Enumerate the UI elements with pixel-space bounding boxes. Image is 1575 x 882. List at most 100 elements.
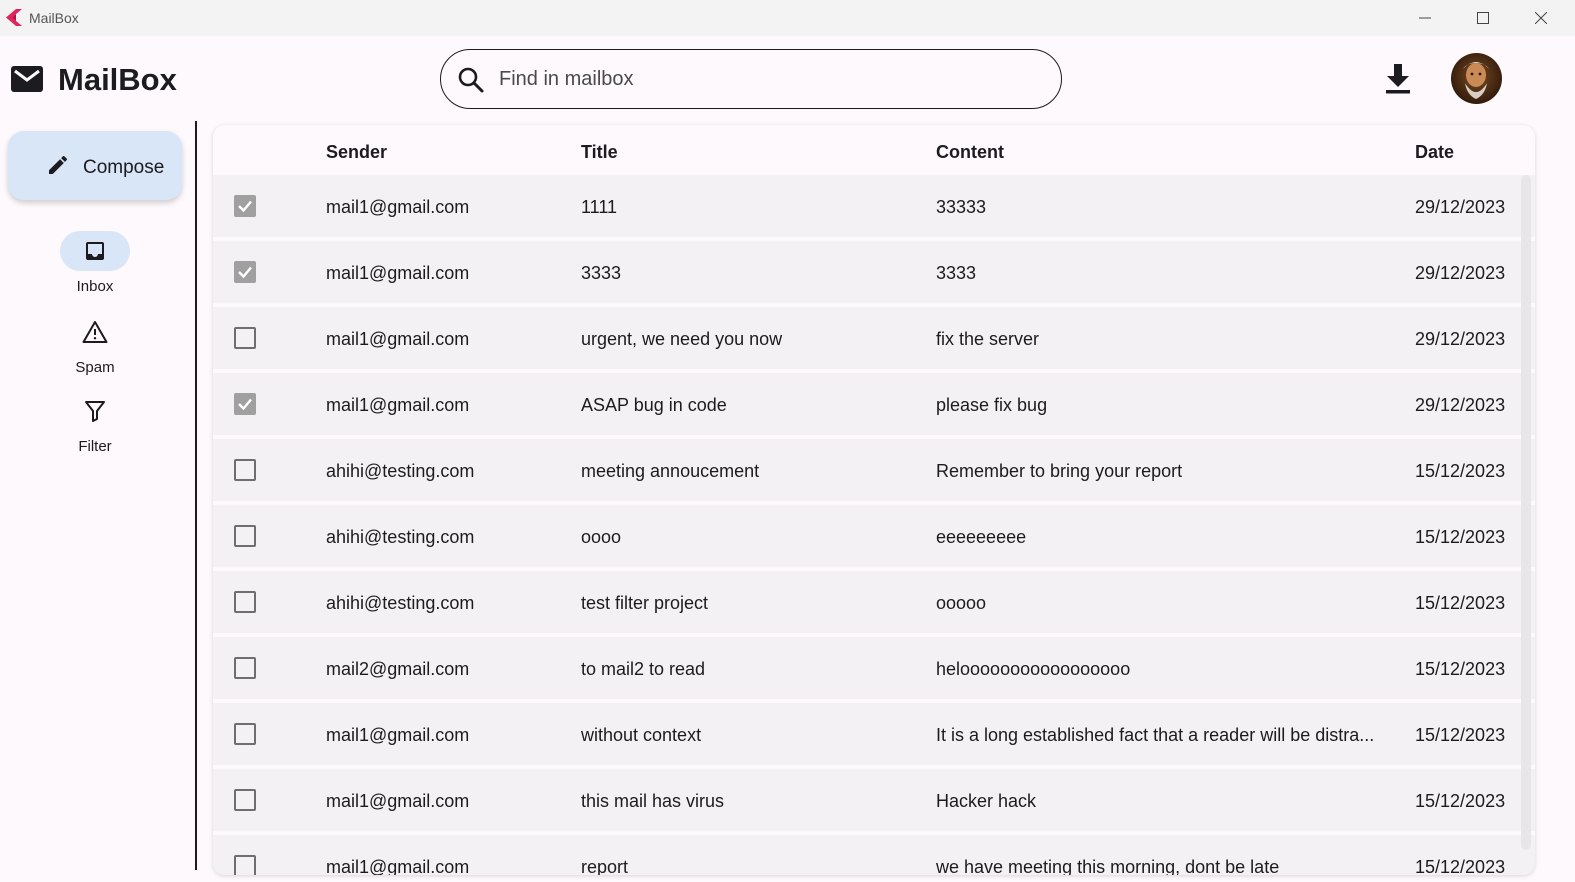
cell-content: we have meeting this morning, dont be la… [936, 857, 1280, 875]
sidebar-item-spam[interactable]: Spam [50, 312, 140, 376]
cell-date: 29/12/2023 [1415, 395, 1506, 415]
cell-title: 3333 [581, 263, 622, 283]
cell-content: Remember to bring your report [936, 461, 1183, 481]
sidebar-divider [195, 121, 197, 870]
row-checkbox[interactable] [234, 393, 256, 415]
avatar[interactable] [1451, 53, 1502, 104]
cell-content: Hacker hack [936, 791, 1037, 811]
inbox-icon [86, 242, 104, 260]
sidebar-item-label: Inbox [76, 278, 114, 295]
cell-sender: mail1@gmail.com [326, 263, 470, 283]
cell-date: 15/12/2023 [1415, 791, 1506, 811]
mail-icon [11, 66, 43, 92]
cell-sender: mail2@gmail.com [326, 659, 470, 679]
sidebar-item-pill [60, 312, 130, 352]
window-title: MailBox [29, 10, 79, 26]
cell-title: 1111 [581, 197, 618, 217]
row-checkbox[interactable] [234, 261, 256, 283]
sidebar-item-label: Filter [78, 438, 112, 455]
row-checkbox[interactable] [234, 525, 256, 547]
sidebar-item-inbox[interactable]: Inbox [50, 231, 140, 295]
cell-title: oooo [581, 527, 622, 547]
row-checkbox[interactable] [234, 723, 256, 745]
download-icon[interactable] [1383, 62, 1413, 94]
sidebar-item-filter[interactable]: Filter [50, 391, 140, 455]
cell-date: 15/12/2023 [1415, 461, 1506, 481]
search-bar[interactable] [440, 49, 1062, 109]
cell-date: 29/12/2023 [1415, 197, 1506, 217]
row-checkbox[interactable] [234, 855, 256, 875]
avatar-portrait-icon [1451, 53, 1502, 104]
row-checkbox[interactable] [234, 195, 256, 217]
column-header-content[interactable]: Content [936, 142, 1004, 163]
cell-date: 15/12/2023 [1415, 593, 1506, 613]
cell-date: 15/12/2023 [1415, 659, 1506, 679]
row-checkbox[interactable] [234, 459, 256, 481]
close-icon [1535, 12, 1547, 24]
app-brand-title: MailBox [58, 62, 177, 97]
cell-title: urgent, we need you now [581, 329, 783, 349]
cell-title: to mail2 to read [581, 659, 706, 679]
minimize-icon [1419, 17, 1431, 19]
search-input[interactable] [499, 64, 1039, 94]
column-header-sender[interactable]: Sender [326, 142, 387, 163]
table-row[interactable]: mail1@gmail.com without context It is a lo… [213, 703, 1535, 769]
table-row[interactable]: mail1@gmail.com this mail has virus Hacker… [213, 769, 1535, 835]
row-checkbox[interactable] [234, 789, 256, 811]
table-row[interactable]: mail2@gmail.com to mail2 to read heloooooo… [213, 637, 1535, 703]
cell-sender: mail1@gmail.com [326, 725, 470, 745]
cell-date: 29/12/2023 [1415, 263, 1506, 283]
window-titlebar: MailBox [0, 0, 1575, 36]
cell-content: 3333 [936, 263, 977, 283]
filter-icon [85, 401, 105, 422]
cell-date: 15/12/2023 [1415, 527, 1506, 547]
cell-content: It is a long established fact that a rea… [936, 725, 1375, 745]
row-checkbox[interactable] [234, 591, 256, 613]
table-row[interactable]: ahihi@testing.com oooo eeeeeeeee 15/12/2023 [213, 505, 1535, 571]
compose-button[interactable]: Compose [8, 131, 182, 200]
cell-content: ooooo [936, 593, 987, 613]
pencil-icon [49, 155, 68, 174]
cell-content: eeeeeeeee [936, 527, 1027, 547]
table-row[interactable]: mail1@gmail.com 3333 3333 29/12/2023 [213, 241, 1535, 307]
cell-content: fix the server [936, 329, 1040, 349]
cell-title: report [581, 857, 629, 875]
cell-content: 33333 [936, 197, 987, 217]
table-row[interactable]: mail1@gmail.com ASAP bug in code please fi… [213, 373, 1535, 439]
cell-title: meeting annoucement [581, 461, 760, 481]
app-logo-icon [6, 9, 22, 26]
cell-title: test filter project [581, 593, 709, 613]
column-header-title[interactable]: Title [581, 142, 618, 163]
sidebar-item-pill [60, 231, 130, 271]
column-header-date[interactable]: Date [1415, 142, 1454, 163]
cell-title: ASAP bug in code [581, 395, 727, 415]
table-row[interactable]: ahihi@testing.com meeting annoucement Reme… [213, 439, 1535, 505]
table-row[interactable]: ahihi@testing.com test filter project oooo… [213, 571, 1535, 637]
cell-sender: ahihi@testing.com [326, 527, 475, 547]
maximize-button[interactable] [1454, 0, 1512, 36]
close-button[interactable] [1512, 0, 1570, 36]
cell-title: this mail has virus [581, 791, 725, 811]
table-row[interactable]: mail1@gmail.com urgent, we need you now fi… [213, 307, 1535, 373]
row-checkbox[interactable] [234, 657, 256, 679]
cell-sender: ahihi@testing.com [326, 593, 475, 613]
warning-icon [82, 321, 108, 343]
cell-sender: mail1@gmail.com [326, 791, 470, 811]
compose-label: Compose [83, 157, 165, 178]
cell-date: 15/12/2023 [1415, 725, 1506, 745]
search-icon [458, 67, 484, 93]
table-row[interactable]: mail1@gmail.com report we have meeting thi… [213, 835, 1535, 875]
minimize-button[interactable] [1396, 0, 1454, 36]
table-scrollbar[interactable] [1521, 175, 1531, 850]
sidebar-item-pill [60, 391, 130, 431]
cell-sender: mail1@gmail.com [326, 395, 470, 415]
table-header: Sender Title Content Date [213, 125, 1535, 177]
sidebar-item-label: Spam [75, 359, 115, 376]
cell-content: helooooooooooooooooo [936, 659, 1131, 679]
table-body: mail1@gmail.com 1111 33333 29/12/2023 mail1@… [213, 175, 1535, 875]
mail-table: Sender Title Content Date mail1@gmail.co… [213, 125, 1535, 875]
row-checkbox[interactable] [234, 327, 256, 349]
cell-date: 15/12/2023 [1415, 857, 1506, 875]
table-row[interactable]: mail1@gmail.com 1111 33333 29/12/2023 [213, 175, 1535, 241]
cell-sender: ahihi@testing.com [326, 461, 475, 481]
